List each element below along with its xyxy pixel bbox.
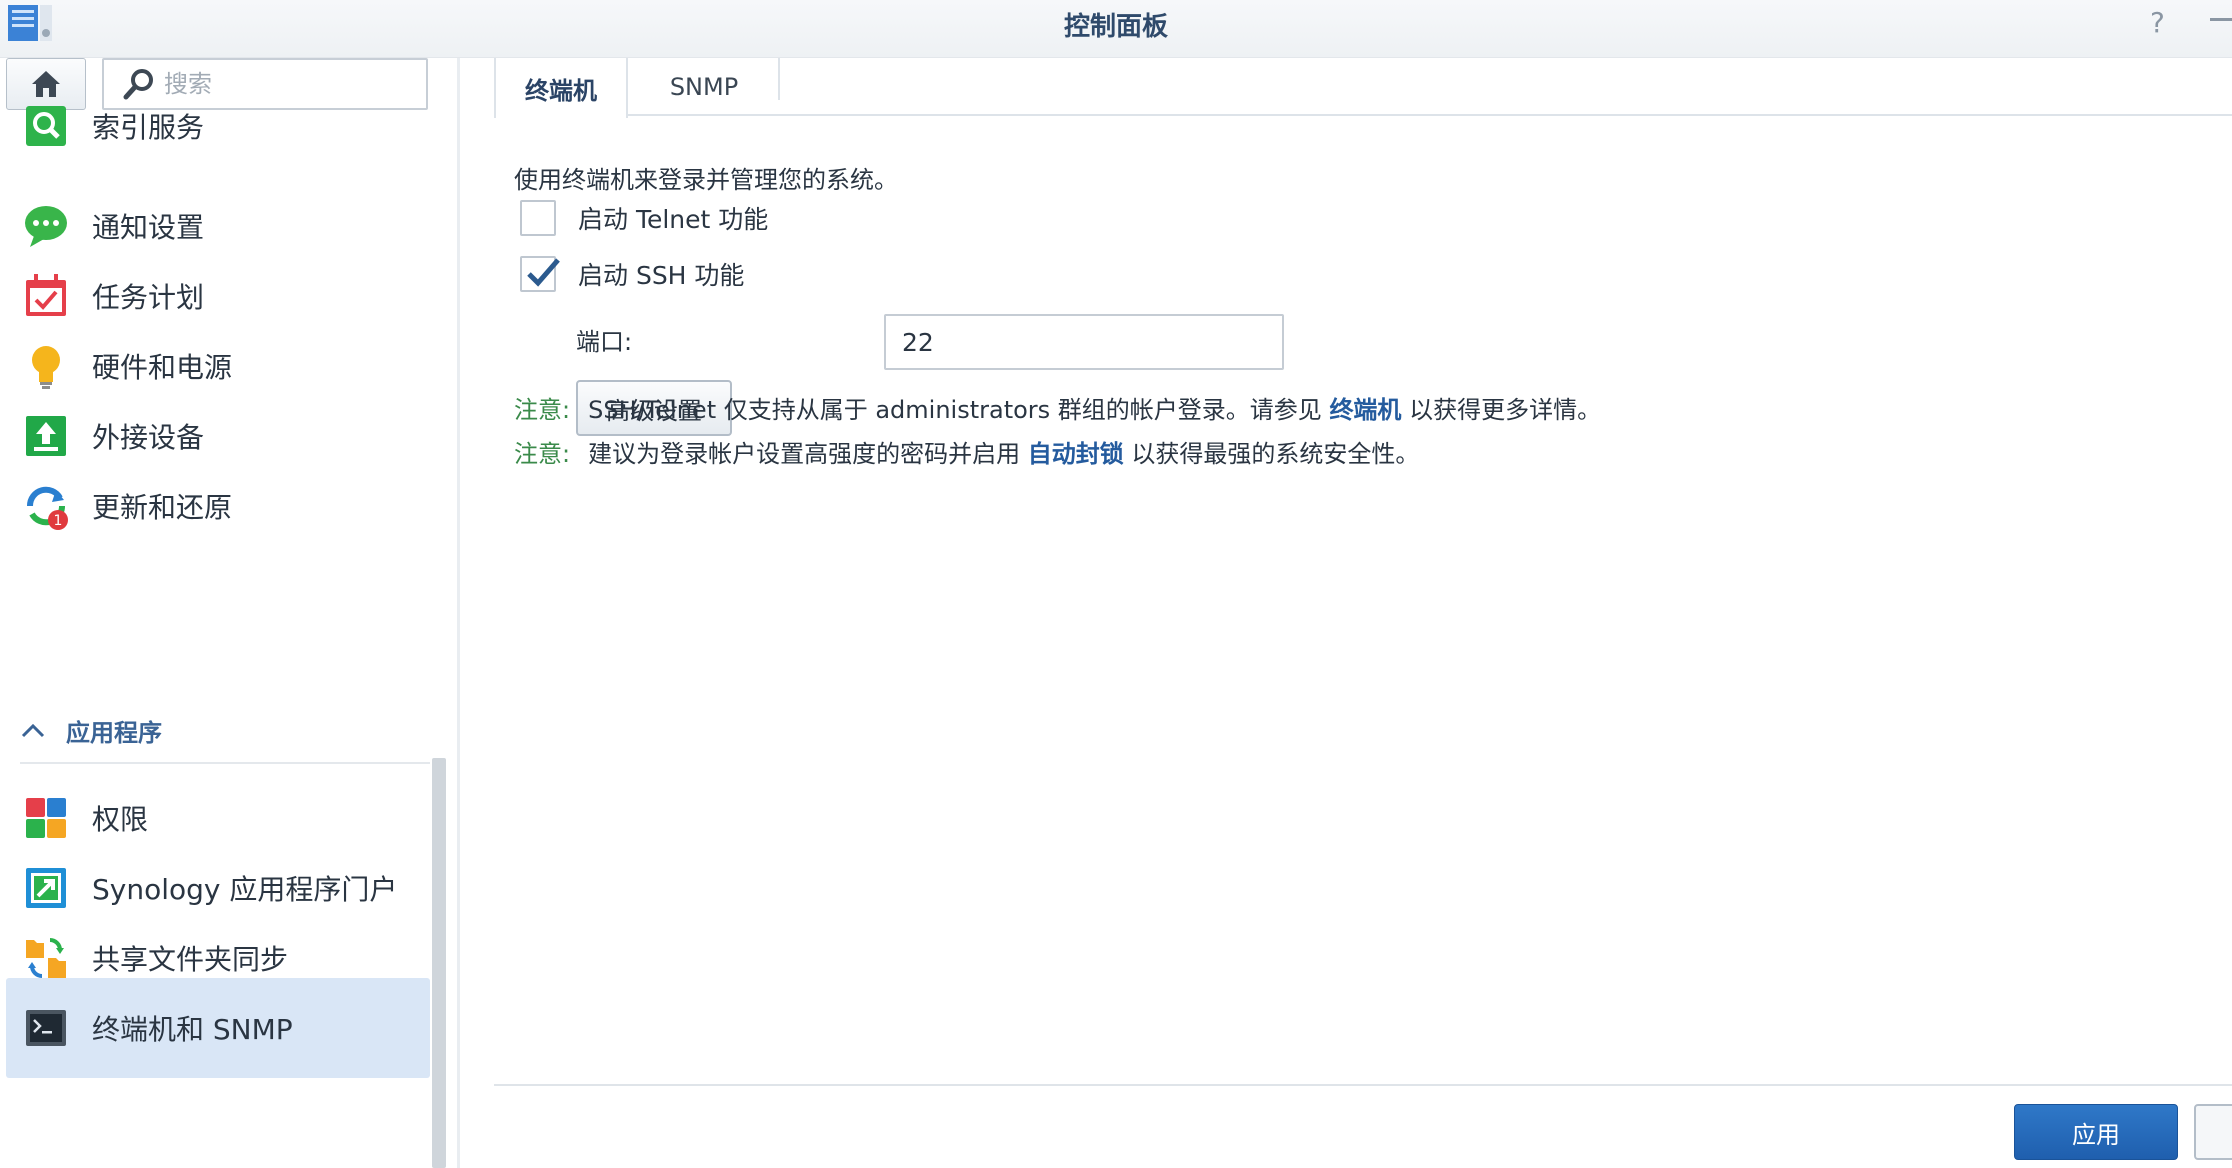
tab-bar: 终端机 SNMP [494,58,2232,118]
tab-divider [778,58,780,100]
chevron-up-icon [21,723,45,738]
checkmark-icon [527,258,560,287]
index-search-icon [26,106,66,146]
note-text: 以获得最强的系统安全性。 [1123,440,1420,468]
sidebar-scrollbar[interactable] [432,758,446,1168]
sidebar-item-index-service[interactable]: 索引服务 [6,86,430,166]
note-text: SSH/Telnet 仅支持从属于 administrators 群组的帐户登录… [588,396,1330,424]
sidebar-item-label: 更新和还原 [92,491,233,524]
terminal-help-link[interactable]: 终端机 [1329,396,1401,424]
tab-terminal[interactable]: 终端机 [494,58,628,118]
sidebar-item-terminal-snmp[interactable]: 终端机和 SNMP [6,978,430,1078]
section-label: 应用程序 [66,718,162,747]
sidebar-item-label: 任务计划 [92,281,205,314]
terminal-description: 使用终端机来登录并管理您的系统。 [514,166,898,194]
window-title: 控制面板 [1063,12,1168,42]
telnet-option[interactable]: 启动 Telnet 功能 [520,200,768,236]
note-text: 建议为登录帐户设置高强度的密码并启用 [588,440,1028,468]
footer-divider [494,1084,2232,1086]
note-prefix: 注意: [514,440,571,468]
port-label: 端口: [576,328,633,356]
sidebar-item-label: 通知设置 [92,211,205,244]
refresh-icon: 1 [26,486,68,530]
sidebar-item-update-restore[interactable]: 1 更新和还原 [6,456,430,556]
sidebar-item-label: 共享文件夹同步 [92,943,289,976]
sidebar-item-label: Synology 应用程序门户 [92,873,398,906]
note-permissions: 注意: SSH/Telnet 仅支持从属于 administrators 群组的帐… [514,390,1601,425]
help-icon[interactable]: ? [2150,6,2165,39]
port-input[interactable] [884,314,1284,370]
telnet-label: 启动 Telnet 功能 [578,205,769,234]
chat-bubble-icon [25,206,67,247]
note-security: 注意: 建议为登录帐户设置高强度的密码并启用 自动封锁 以获得最强的系统安全性。 [514,434,1419,469]
note-text: 以获得更多详情。 [1401,396,1602,424]
sidebar: 索引服务 通知设置 任务计划 硬件和电源 外接设备 [0,58,460,1168]
sidebar-item-label: 权限 [92,803,149,836]
telnet-checkbox[interactable] [520,200,556,236]
sidebar-item-label: 硬件和电源 [92,351,233,384]
auto-block-link[interactable]: 自动封锁 [1028,440,1124,468]
sidebar-item-label: 外接设备 [92,421,205,454]
ssh-label: 启动 SSH 功能 [578,261,745,290]
ssh-checkbox[interactable] [520,256,560,292]
update-badge: 1 [54,513,63,529]
upload-device-icon [26,416,66,456]
title-bar: 控制面板 ? [0,0,2232,58]
reset-button[interactable] [2194,1104,2232,1160]
terminal-icon [26,1010,66,1046]
tab-snmp[interactable]: SNMP [630,58,778,116]
privileges-icon [26,798,66,838]
ssh-option[interactable]: 启动 SSH 功能 [520,256,744,292]
sidebar-item-label: 终端机和 SNMP [92,1013,293,1046]
note-prefix: 注意: [514,396,571,424]
apply-button[interactable]: 应用 [2014,1104,2178,1160]
section-applications[interactable]: 应用程序 [20,698,430,764]
main-panel: 终端机 SNMP 使用终端机来登录并管理您的系统。 启动 Telnet 功能 启… [462,58,2232,1168]
portal-arrow-icon [26,868,66,908]
calendar-check-icon [26,274,66,316]
folder-sync-icon [26,938,66,978]
minimize-icon[interactable] [2210,18,2232,21]
lightbulb-icon [32,346,60,389]
sidebar-item-label: 索引服务 [92,111,205,144]
